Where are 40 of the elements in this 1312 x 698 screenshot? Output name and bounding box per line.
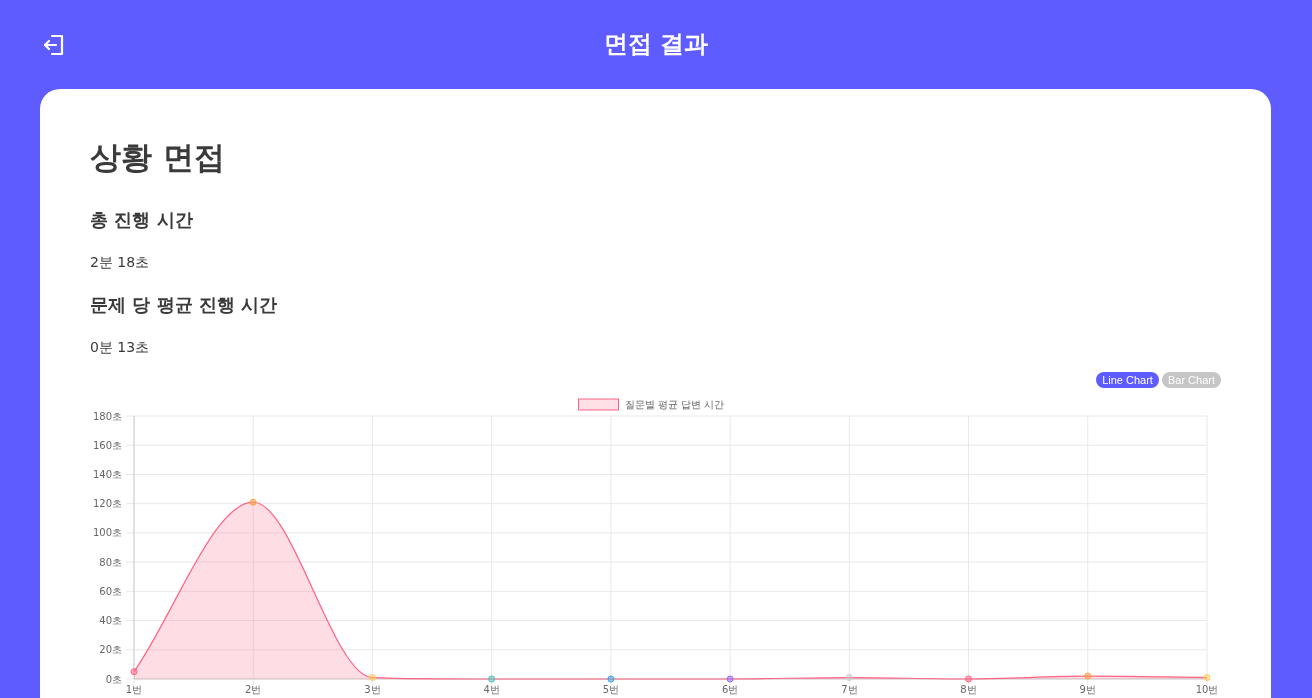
x-axis-label: 6번 xyxy=(721,684,739,695)
y-axis-label: 40초 xyxy=(99,615,122,627)
legend-label: 질문별 평균 답변 시간 xyxy=(624,399,725,410)
y-axis-label: 20초 xyxy=(99,644,122,656)
y-axis-label: 0초 xyxy=(105,673,122,685)
data-point xyxy=(726,675,734,683)
data-point xyxy=(249,498,257,506)
stat-value: 2분 18초 xyxy=(90,253,150,272)
stat-value: 0분 13초 xyxy=(90,338,150,357)
data-point xyxy=(368,674,376,682)
y-axis-label: 80초 xyxy=(99,556,122,568)
data-point xyxy=(845,674,853,682)
x-axis-label: 7번 xyxy=(841,684,858,695)
data-point xyxy=(130,668,138,676)
y-axis-label: 120초 xyxy=(92,498,122,510)
y-axis-label: 60초 xyxy=(99,585,122,597)
stat-label: 총 진행 시간 xyxy=(90,208,193,232)
x-axis-label: 4번 xyxy=(483,684,500,695)
data-point xyxy=(607,675,615,683)
x-axis-label: 1번 xyxy=(125,684,143,695)
y-axis-label: 160초 xyxy=(92,439,122,451)
y-axis-label: 100초 xyxy=(92,527,122,539)
x-axis-label: 3번 xyxy=(364,684,381,695)
data-point xyxy=(965,675,973,683)
data-point xyxy=(1084,672,1092,680)
data-point xyxy=(1203,674,1211,682)
section-title: 상황 면접 xyxy=(90,138,225,177)
x-axis-label: 5번 xyxy=(602,684,620,695)
x-axis-label: 10번 xyxy=(1195,684,1219,695)
x-axis-label: 2번 xyxy=(245,684,262,695)
y-axis-label: 180초 xyxy=(92,410,122,422)
x-axis-label: 8번 xyxy=(960,684,977,695)
data-point xyxy=(488,675,496,683)
stat-label: 문제 당 평균 진행 시간 xyxy=(90,293,278,317)
exit-button[interactable] xyxy=(42,33,66,57)
page-title: 면접 결과 xyxy=(603,29,709,59)
chart-type-button[interactable]: Line Chart xyxy=(1096,372,1159,388)
y-axis-label: 140초 xyxy=(92,468,122,480)
legend-swatch-icon xyxy=(578,398,619,411)
x-axis-label: 9번 xyxy=(1079,684,1096,695)
